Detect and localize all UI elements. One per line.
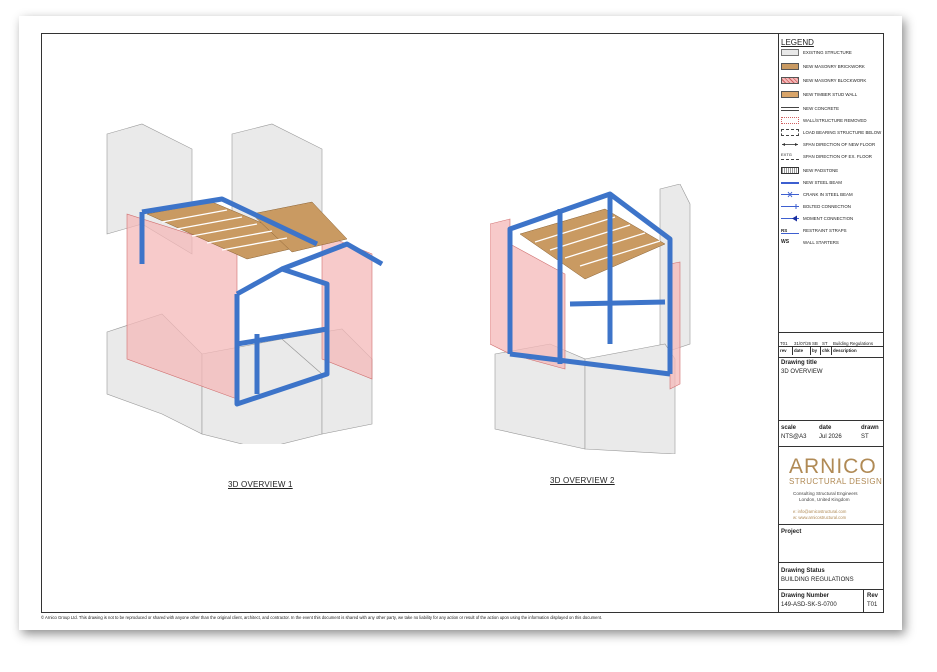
project-box: Project [779,525,884,563]
legend-item-straps: RS RESTRAINT STRAPS [781,227,847,234]
restraint-straps-swatch: RS [781,227,799,234]
drawing-title-box: Drawing title 3D OVERVIEW [779,356,884,421]
legend-item-padstone: NEW PADSTONE [781,166,881,176]
legend-item-blockwork: NEW MASONRY BLOCKWORK [781,76,881,86]
drawing-frame: 3D OVERVIEW 1 3D OVERVIEW 2 LEGEND EXIST… [41,33,884,613]
legend-item-starters: WS WALL STARTERS [781,239,839,245]
legend: LEGEND EXISTING STRUCTURE NEW MASONRY BR… [779,34,884,346]
legend-item-crank: CRANK IN STEEL BEAM [781,190,881,200]
company-email: e: info@arnicostructural.com [793,509,847,514]
company-logo-box: ARNICO STRUCTURAL DESIGN Consulting Stru… [779,447,884,525]
3d-overview-1-drawing [106,123,384,444]
company-logo: ARNICO [789,455,877,478]
drawing-area: 3D OVERVIEW 1 3D OVERVIEW 2 [42,34,779,612]
blockwork-swatch [781,77,799,84]
legend-item-steel-beam: NEW STEEL BEAM [781,178,881,188]
status-box: Drawing Status BUILDING REGULATIONS [779,563,884,590]
copyright-footer: © Arnico Group Ltd. This drawing is not … [41,615,603,620]
legend-item-concrete: NEW CONCRETE [781,104,881,114]
removed-swatch [781,117,799,124]
title-block: LEGEND EXISTING STRUCTURE NEW MASONRY BR… [778,34,884,612]
wall-starters-swatch: WS [781,239,790,245]
legend-title: LEGEND [781,38,814,47]
moment-connection-icon [781,215,799,222]
steel-beam-swatch [781,182,799,184]
legend-item-span-new: SPAN DIRECTION OF NEW FLOOR [781,140,881,150]
timber-stud-swatch [781,91,799,98]
legend-item-moment: MOMENT CONNECTION [781,214,881,224]
brickwork-swatch [781,63,799,70]
legend-item-bolted: BOLTED CONNECTION [781,202,881,212]
3d-overview-2-drawing [490,184,691,454]
view-label-1: 3D OVERVIEW 1 [228,480,293,489]
company-web: w: www.arnicostructural.com [793,515,847,520]
load-bearing-swatch [781,129,799,136]
rev-divider [863,590,864,612]
legend-item-existing: EXISTING STRUCTURE [781,48,881,58]
legend-item-span-ex: EXTG SPAN DIRECTION OF EX. FLOOR [781,152,872,160]
legend-item-brickwork: NEW MASONRY BRICKWORK [781,62,881,72]
meta-box: scale NTS@A3 date Jul 2026 drawn ST [779,421,884,447]
span-ex-swatch: EXTG [781,153,799,160]
bolted-connection-icon [781,204,799,209]
crank-icon [781,191,799,198]
number-box: Drawing Number 149-ASD-SK-S-0700 Rev T01 [779,590,884,612]
legend-item-removed: WALL/STRUCTURE REMOVED [781,116,881,126]
existing-structure-swatch [781,49,799,56]
span-arrow-icon [782,143,798,146]
padstone-swatch [781,167,799,174]
legend-item-timber-stud: NEW TIMBER STUD WALL [781,90,881,100]
concrete-swatch [781,107,799,111]
drawing-sheet: 3D OVERVIEW 1 3D OVERVIEW 2 LEGEND EXIST… [19,16,902,630]
view-label-2: 3D OVERVIEW 2 [550,476,615,485]
legend-item-load-bearing: LOAD BEARING STRUCTURE BELOW [781,128,881,138]
